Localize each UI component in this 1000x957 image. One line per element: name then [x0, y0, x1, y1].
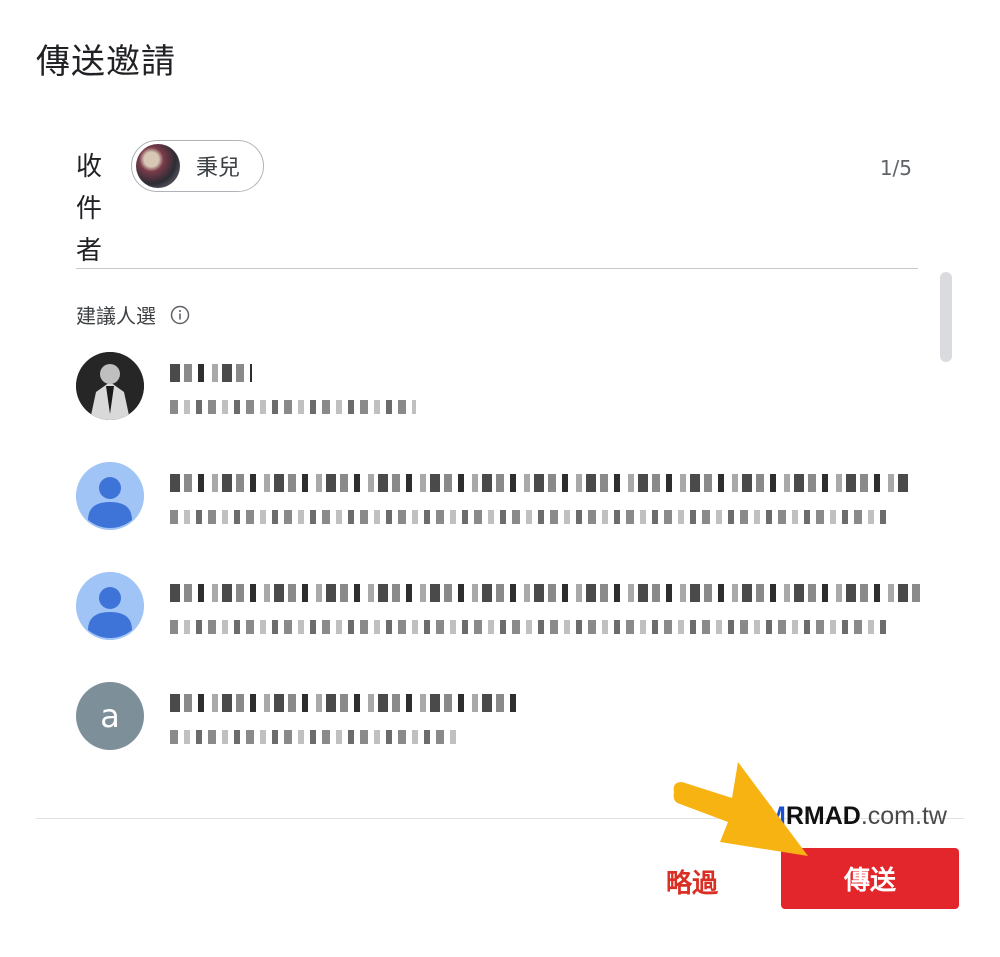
suggestions-header: 建議人選	[76, 300, 190, 329]
dialog-title: 傳送邀請	[36, 42, 176, 82]
letter-avatar: a	[76, 682, 144, 750]
contact-name-redacted	[170, 584, 920, 602]
contact-email-redacted	[170, 730, 460, 744]
contact-avatar	[76, 352, 144, 420]
contact-name-redacted	[170, 474, 910, 492]
recipients-divider	[76, 268, 918, 269]
recipient-chip-name: 秉兒	[196, 156, 241, 181]
suggestion-row[interactable]: a	[76, 682, 926, 762]
info-icon[interactable]	[170, 305, 190, 325]
pointer-arrow-icon	[673, 762, 808, 856]
contact-email-redacted	[170, 620, 890, 634]
recipients-label: 收件者	[76, 152, 103, 266]
suggestions-heading: 建議人選	[76, 304, 156, 328]
suggestion-row[interactable]	[76, 462, 926, 542]
suggestion-row[interactable]	[76, 352, 926, 432]
contact-name-redacted	[170, 364, 252, 382]
recipient-chip[interactable]: 秉兒	[131, 140, 264, 192]
recipient-avatar	[136, 144, 180, 188]
contact-email-redacted	[170, 510, 890, 524]
contact-email-redacted	[170, 400, 416, 414]
suggestion-row[interactable]	[76, 572, 926, 652]
contact-name-redacted	[170, 694, 520, 712]
person-icon	[76, 572, 144, 640]
scrollbar[interactable]	[940, 272, 952, 362]
person-icon	[76, 462, 144, 530]
recipient-count: 1/5	[879, 156, 912, 180]
